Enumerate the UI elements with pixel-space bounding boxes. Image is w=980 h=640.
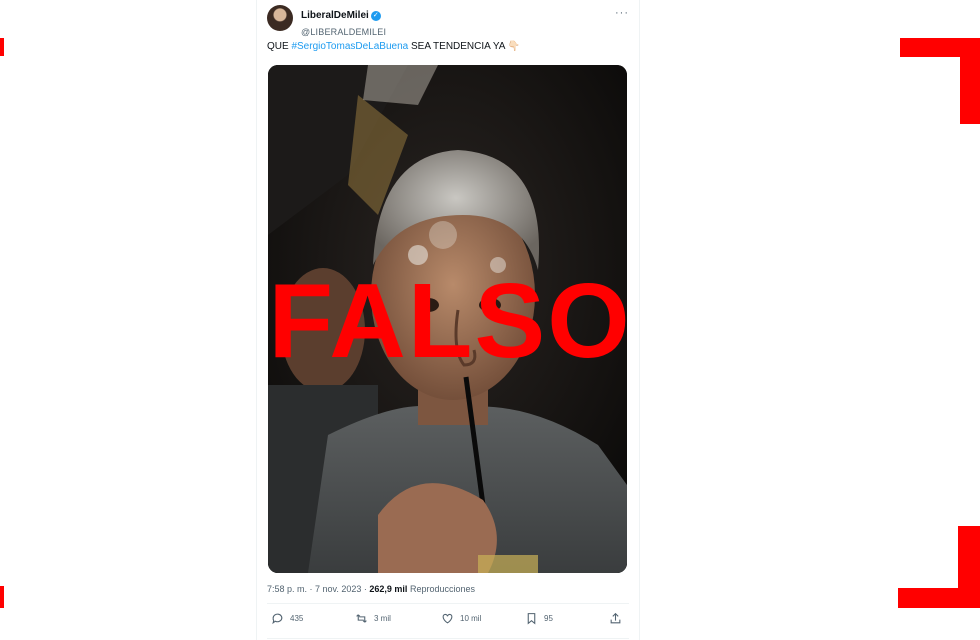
views-label: Reproducciones [407,584,475,594]
repost-icon [356,614,367,623]
pointing-down-emoji: 👇🏻 [507,41,521,52]
user-handle[interactable]: @LIBERALDEMILEI [301,27,386,37]
tweet-actions: 435 3 mil 10 mil 95 [267,608,629,634]
author-names: LiberalDeMilei ✓ @LIBERALDEMILEI [301,7,386,37]
tweet-meta: 7:58 p. m. · 7 nov. 2023 · 262,9 mil Rep… [267,584,475,594]
reply-icon [272,613,283,625]
reply-button[interactable]: 435 [271,612,303,625]
avatar[interactable] [267,5,293,31]
heart-icon [442,613,453,624]
bookmark-icon [527,613,536,625]
bookmark-count: 95 [544,614,553,623]
verified-badge-icon: ✓ [370,10,381,21]
reply-count: 435 [290,614,304,623]
tweet-text-prefix: QUE [267,41,292,52]
falso-stamp: FALSO [268,262,632,380]
bookmark-button[interactable]: 95 [525,612,553,625]
like-button[interactable]: 10 mil [441,612,481,625]
tweet-date[interactable]: 7 nov. 2023 [315,584,361,594]
meta-separator: · [307,584,316,594]
repost-button[interactable]: 3 mil [355,612,391,625]
corner-bracket-bottom-left [0,586,4,608]
views-count: 262,9 mil [369,584,408,594]
like-count: 10 mil [460,614,482,623]
repost-count: 3 mil [374,614,391,623]
corner-bracket-bottom-right-v [958,526,980,608]
divider-bottom [267,638,629,639]
tweet-time[interactable]: 7:58 p. m. [267,584,307,594]
share-icon [610,612,621,624]
tweet-text-suffix: SEA TENDENCIA YA [408,41,508,52]
tweet-text: QUE #SergioTomasDeLaBuena SEA TENDENCIA … [267,41,520,52]
share-button[interactable] [609,612,622,625]
hashtag-link[interactable]: #SergioTomasDeLaBuena [291,41,408,52]
corner-bracket-top-right-v [960,38,980,124]
display-name[interactable]: LiberalDeMilei [301,10,369,21]
divider [267,603,629,604]
more-options-icon[interactable]: ··· [615,7,629,19]
corner-bracket-top-left [0,38,4,56]
tweet-header: LiberalDeMilei ✓ @LIBERALDEMILEI ··· [267,5,633,37]
